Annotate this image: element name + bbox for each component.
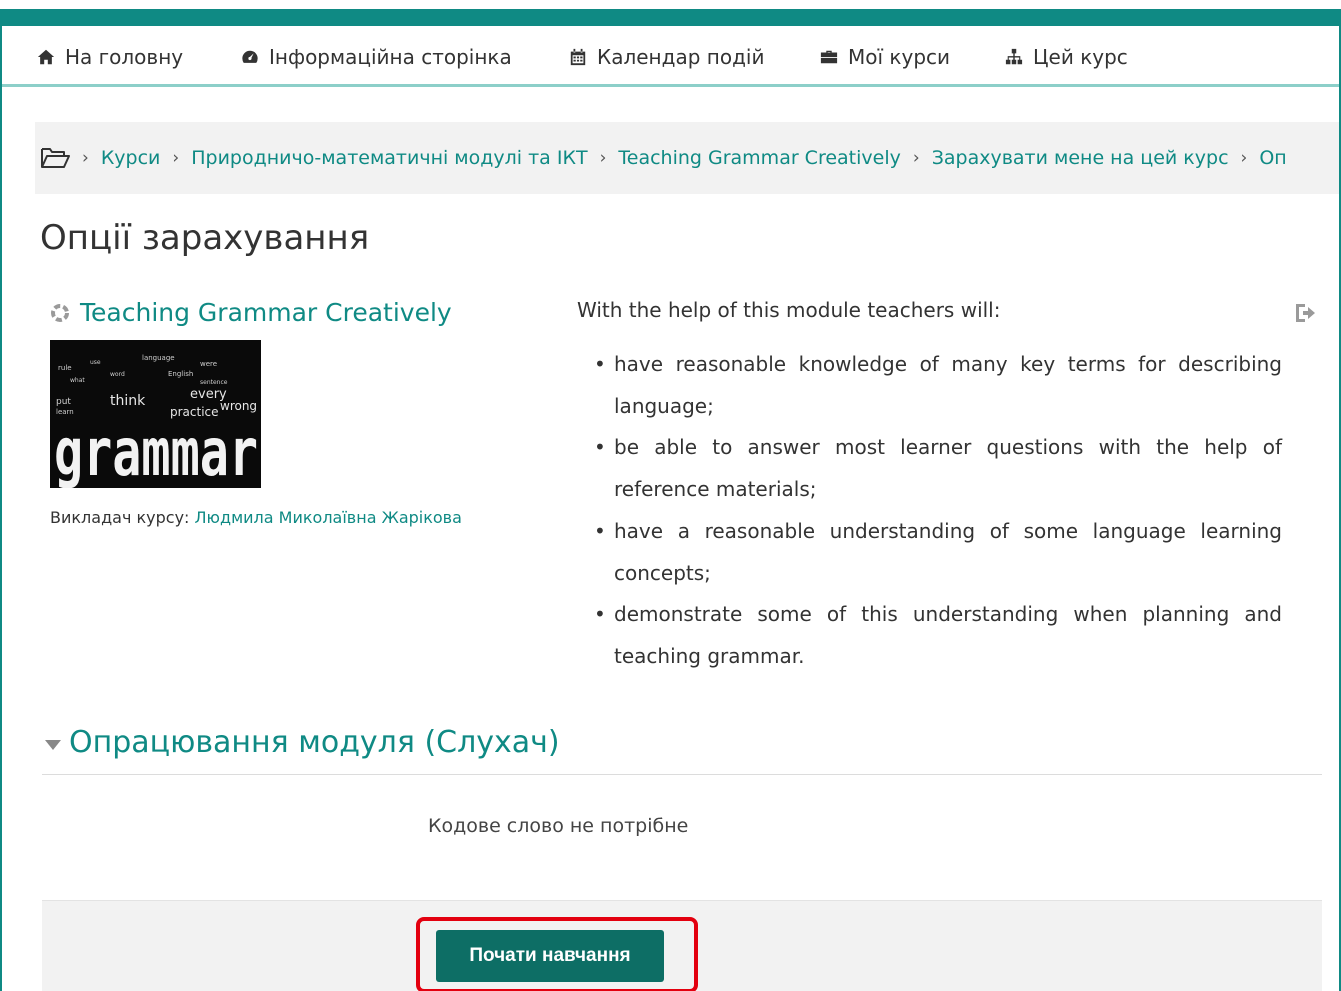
enrol-section-title: Опрацювання модуля (Слухач) — [69, 725, 560, 760]
list-item: be able to answer most learner questions… — [577, 427, 1282, 510]
nav-item-calendar[interactable]: Календар подій — [569, 43, 764, 71]
sitemap-icon — [1005, 48, 1023, 65]
course-image: rule use language were English what sent… — [50, 340, 261, 488]
breadcrumb-separator: › — [172, 148, 180, 168]
dashboard-icon — [242, 50, 258, 63]
course-summary: With the help of this module teachers wi… — [577, 296, 1282, 678]
breadcrumb-link-enrol[interactable]: Зарахувати мене на цей курс — [932, 147, 1229, 169]
teacher-link[interactable]: Людмила Миколаївна Жарікова — [195, 508, 462, 527]
briefcase-icon — [820, 50, 838, 64]
nav-item-my-courses[interactable]: Мої курси — [820, 43, 950, 71]
course-icon — [51, 303, 69, 322]
divider — [42, 774, 1322, 775]
list-item: have reasonable knowledge of many key te… — [577, 344, 1282, 427]
page-title: Опції зарахування — [40, 218, 370, 258]
calendar-icon — [570, 48, 586, 66]
nav-item-dashboard[interactable]: Інформаційна сторінка — [241, 43, 512, 71]
course-title-link[interactable]: Teaching Grammar Creatively — [80, 298, 452, 327]
nav-item-label: Цей курс — [1033, 45, 1128, 69]
summary-intro: With the help of this module teachers wi… — [577, 298, 1001, 322]
word-cloud-word: word — [110, 371, 125, 378]
course-heading: Teaching Grammar Creatively — [48, 298, 452, 327]
breadcrumb-separator: › — [82, 148, 89, 168]
nav-item-home[interactable]: На головну — [37, 43, 183, 71]
word-cloud-word: language — [142, 354, 175, 362]
breadcrumb-separator: › — [1240, 148, 1248, 168]
word-cloud-word: wrong — [220, 399, 257, 413]
word-cloud-image: rule use language were English what sent… — [50, 340, 261, 488]
teacher-label: Викладач курсу: — [50, 508, 190, 527]
nav-item-label: На головну — [65, 45, 184, 69]
folder-open-icon[interactable] — [40, 147, 70, 169]
home-icon — [37, 49, 55, 65]
word-cloud-word: rule — [58, 364, 72, 372]
breadcrumb-link-courses[interactable]: Курси — [101, 147, 161, 169]
breadcrumb: › Курси › Природничо-математичні модулі … — [35, 122, 1339, 194]
summary-list: have reasonable knowledge of many key te… — [577, 344, 1282, 678]
breadcrumb-link-current[interactable]: Оп — [1259, 147, 1286, 169]
caret-down-icon — [45, 739, 61, 750]
word-cloud-word: use — [90, 359, 101, 366]
nav-item-this-course[interactable]: Цей курс — [1005, 43, 1128, 71]
word-cloud-word: were — [200, 360, 217, 368]
nav-item-label: Інформаційна сторінка — [269, 45, 512, 69]
word-cloud-word: what — [70, 377, 85, 384]
list-item: have a reasonable understanding of some … — [577, 511, 1282, 594]
no-key-message: Кодове слово не потрібне — [428, 815, 689, 837]
highlight-frame — [416, 917, 698, 991]
word-cloud-main: grammar — [54, 414, 258, 488]
breadcrumb-separator: › — [599, 148, 607, 168]
word-cloud-word: English — [168, 370, 193, 378]
enrol-section-toggle[interactable]: Опрацювання модуля (Слухач) — [45, 725, 560, 760]
word-cloud-word: put — [56, 397, 71, 407]
breadcrumb-link-course[interactable]: Teaching Grammar Creatively — [618, 147, 901, 169]
list-item: demonstrate some of this understanding w… — [577, 594, 1282, 677]
word-cloud-word: sentence — [200, 379, 228, 386]
breadcrumb-link-category[interactable]: Природничо-математичні модулі та ІКТ — [191, 147, 587, 169]
sign-in-icon[interactable] — [1293, 301, 1317, 325]
breadcrumb-separator: › — [912, 148, 920, 168]
main-navbar: На головну Інформаційна сторінка Календа… — [2, 26, 1339, 87]
nav-item-label: Календар подій — [597, 45, 765, 69]
word-cloud-word: think — [110, 393, 146, 409]
course-teacher: Викладач курсу: Людмила Миколаївна Жарік… — [50, 508, 462, 527]
nav-item-label: Мої курси — [848, 45, 951, 69]
